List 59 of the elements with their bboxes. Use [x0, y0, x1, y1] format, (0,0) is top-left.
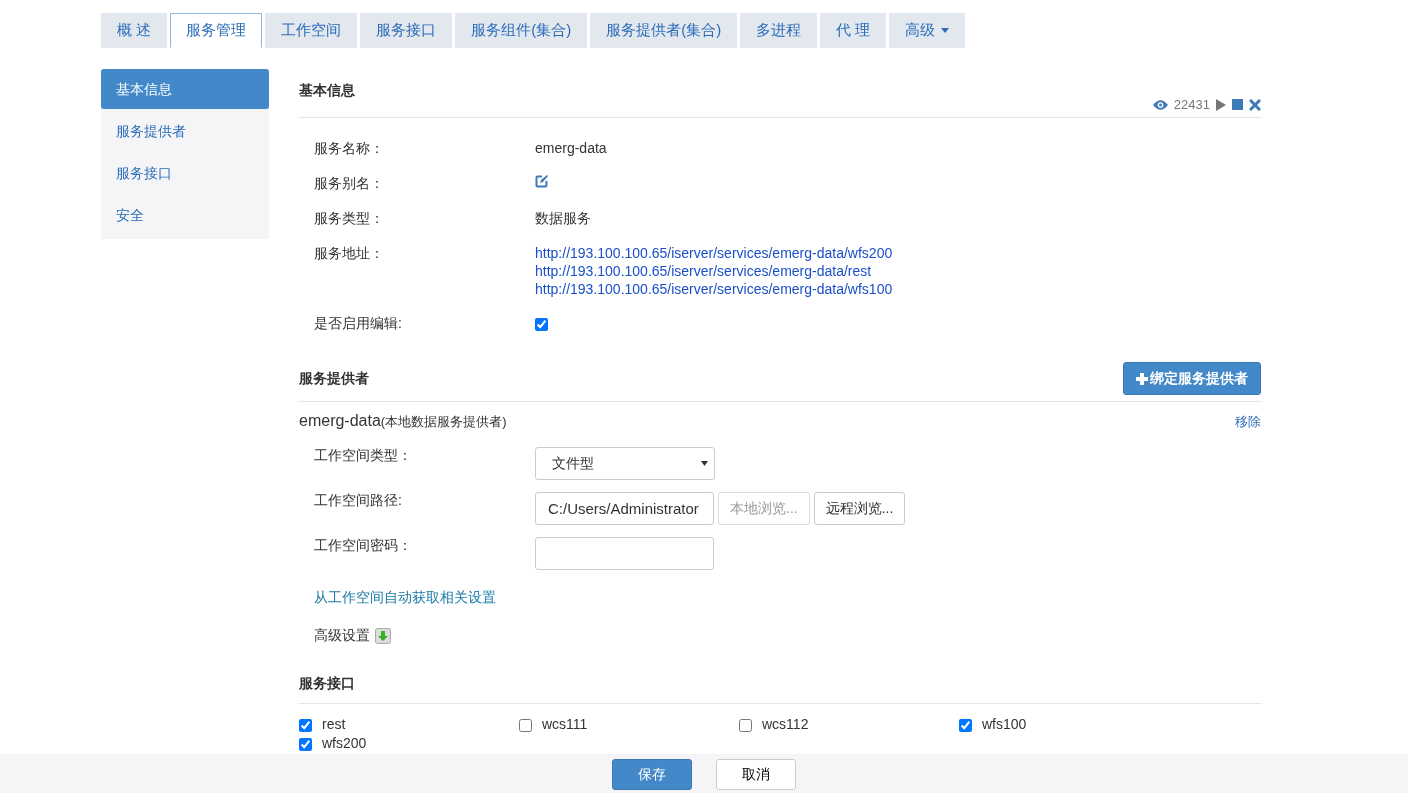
- sidebar-item[interactable]: 服务提供者: [101, 111, 269, 151]
- nav-tab[interactable]: 多进程: [740, 13, 818, 48]
- nav-tab[interactable]: 服务接口: [360, 13, 453, 48]
- cancel-button[interactable]: 取消: [716, 759, 796, 790]
- advanced-settings-label: 高级设置: [314, 627, 370, 645]
- nav-tab[interactable]: 服务管理: [170, 13, 263, 48]
- interface-label: rest: [322, 715, 346, 732]
- field-label: 服务名称：: [314, 140, 385, 158]
- field-label: 服务类型：: [314, 210, 385, 228]
- section-title: 基本信息: [299, 82, 356, 100]
- service-url-link[interactable]: http://193.100.100.65/iserver/services/emerg-data/wfs100: [535, 281, 893, 297]
- field-label: 是否启用编辑:: [314, 315, 403, 333]
- remove-link[interactable]: 移除: [1235, 412, 1261, 431]
- section-title: 服务提供者: [299, 369, 369, 388]
- field-label: 服务地址：: [314, 245, 385, 263]
- bind-provider-button[interactable]: 绑定服务提供者: [1123, 362, 1261, 395]
- section-title: 服务接口: [299, 675, 355, 693]
- play-icon[interactable]: [1216, 98, 1226, 111]
- interface-checkbox[interactable]: [959, 718, 972, 732]
- interface-label: wcs111: [542, 715, 588, 732]
- sidebar-item[interactable]: 基本信息: [101, 69, 269, 109]
- nav-tab[interactable]: 概 述: [101, 13, 168, 48]
- interface-checkbox[interactable]: [519, 718, 532, 732]
- remote-browse-button[interactable]: 远程浏览...: [813, 492, 906, 525]
- field-label: 工作空间路径:: [314, 492, 403, 510]
- nav-tab[interactable]: 高级: [889, 13, 966, 48]
- interface-checkbox[interactable]: [299, 737, 312, 751]
- provider-name: emerg-data(本地数据服务提供者): [299, 412, 507, 431]
- nav-tab[interactable]: 服务组件(集合): [455, 13, 588, 48]
- field-value: emerg-data: [535, 140, 607, 156]
- plus-icon: [1136, 372, 1148, 385]
- sidebar-item[interactable]: 服务接口: [101, 153, 269, 193]
- field-label: 服务别名：: [314, 175, 385, 193]
- interface-label: wfs200: [322, 734, 367, 751]
- auto-settings-link[interactable]: 从工作空间自动获取相关设置: [314, 589, 1261, 607]
- edit-enabled-checkbox[interactable]: [535, 318, 548, 331]
- caret-icon: [701, 461, 708, 466]
- close-icon[interactable]: [1249, 98, 1261, 111]
- down-arrow-icon[interactable]: [375, 628, 391, 644]
- interface-checkbox[interactable]: [299, 718, 312, 732]
- workspace-path-field[interactable]: C:/Users/Administrator: [535, 492, 714, 525]
- service-url-link[interactable]: http://193.100.100.65/iserver/services/emerg-data/rest: [535, 263, 893, 279]
- nav-tab[interactable]: 代 理: [820, 13, 887, 48]
- save-button[interactable]: 保存: [612, 759, 692, 790]
- service-url-link[interactable]: http://193.100.100.65/iserver/services/emerg-data/wfs200: [535, 245, 893, 261]
- workspace-password-field[interactable]: [535, 537, 714, 570]
- interface-label: wfs100: [982, 715, 1027, 732]
- visit-count: 22431: [1173, 97, 1210, 112]
- interface-checkbox[interactable]: [739, 718, 752, 732]
- field-value: 数据服务: [535, 210, 591, 226]
- nav-tab[interactable]: 服务提供者(集合): [590, 13, 738, 48]
- edit-icon[interactable]: [535, 175, 548, 188]
- sidebar-item[interactable]: 安全: [101, 195, 269, 235]
- nav-tab[interactable]: 工作空间: [265, 13, 358, 48]
- eye-icon: [1152, 99, 1168, 110]
- interface-label: wcs112: [762, 715, 809, 732]
- workspace-type-select[interactable]: 文件型: [535, 447, 715, 480]
- field-label: 工作空间密码：: [314, 537, 413, 555]
- field-label: 工作空间类型：: [314, 447, 413, 465]
